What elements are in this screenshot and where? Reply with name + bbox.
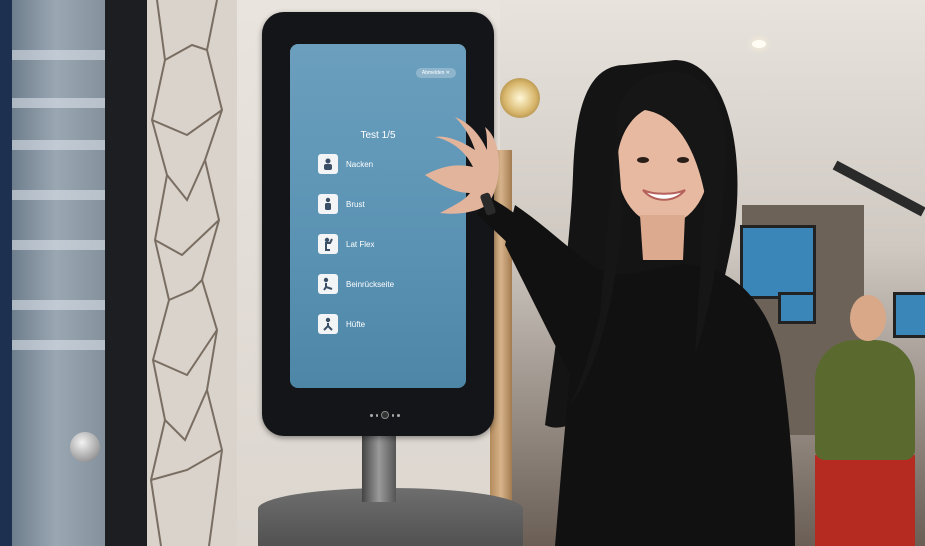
- ceiling-light: [752, 40, 766, 48]
- kiosk-stand: [362, 430, 396, 502]
- left-frame-strip: [0, 0, 12, 546]
- stone-pattern: [149, 0, 224, 546]
- menu-item-chest[interactable]: Brust: [318, 192, 365, 216]
- menu-item-hip[interactable]: Hüfte: [318, 312, 365, 336]
- camera-dot: [370, 413, 373, 417]
- man-head: [850, 295, 886, 341]
- door-knob: [70, 432, 100, 462]
- lat-flex-exercise-icon: [318, 234, 338, 254]
- neck-exercise-icon: [318, 154, 338, 174]
- wall-monitor: [893, 292, 925, 338]
- menu-item-label: Brust: [346, 199, 365, 209]
- menu-item-hamstring[interactable]: Beinrückseite: [318, 272, 394, 296]
- menu-item-label: Lat Flex: [346, 239, 375, 249]
- hamstring-exercise-icon: [318, 274, 338, 294]
- menu-item-label: Nacken: [346, 159, 374, 169]
- woman-figure: [425, 60, 795, 546]
- menu-item-lat-flex[interactable]: Lat Flex: [318, 232, 374, 256]
- menu-item-label: Beinrückseite: [346, 279, 395, 289]
- man-torso: [815, 340, 915, 460]
- photo-scene: Abmelden ✕ Test 1/5 Nacken Brust Lat Fle…: [0, 0, 925, 546]
- stone-mosaic-wall: [147, 0, 237, 546]
- camera-lens-icon: [381, 411, 389, 419]
- chest-exercise-icon: [318, 194, 338, 214]
- camera-dot: [375, 413, 379, 417]
- man-legs: [815, 455, 915, 546]
- camera-dot: [391, 413, 395, 417]
- menu-item-neck[interactable]: Nacken: [318, 152, 373, 176]
- door-frame: [105, 0, 147, 546]
- menu-item-label: Hüfte: [346, 319, 366, 329]
- hip-exercise-icon: [318, 314, 338, 334]
